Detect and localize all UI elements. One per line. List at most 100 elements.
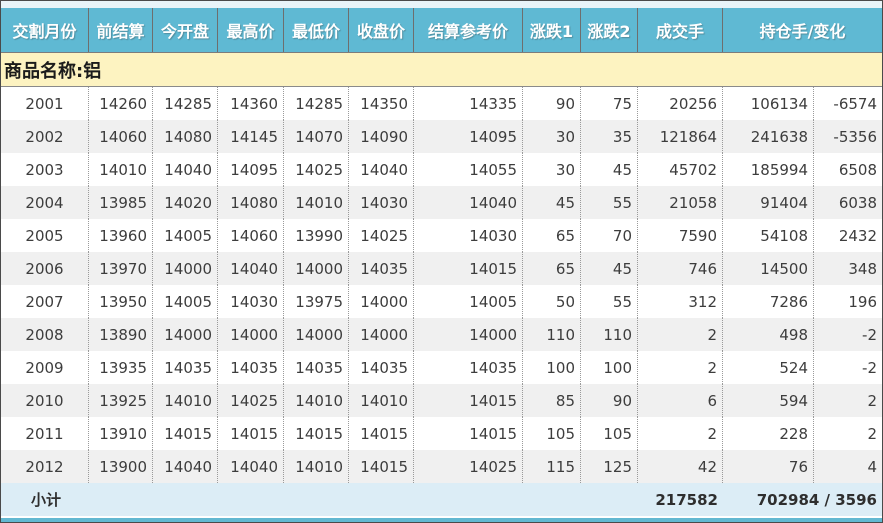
value-cell: 50 — [523, 285, 581, 318]
table-row: 2007139501400514030139751400014005505531… — [1, 285, 882, 318]
value-cell: 14060 — [218, 219, 284, 252]
value-cell: 30 — [523, 153, 581, 186]
delivery-month-cell: 2005 — [1, 219, 89, 252]
value-cell: 54108 — [723, 219, 814, 252]
value-cell: 110 — [523, 318, 581, 351]
value-cell: 14000 — [284, 252, 349, 285]
value-cell: -6574 — [814, 87, 882, 120]
value-cell: 14055 — [414, 153, 523, 186]
value-cell: 14040 — [414, 186, 523, 219]
value-cell: 13890 — [89, 318, 153, 351]
value-cell: 14360 — [218, 87, 284, 120]
value-cell: 13935 — [89, 351, 153, 384]
subtotal-volume: 217582 — [638, 483, 723, 516]
value-cell: 105 — [523, 417, 581, 450]
value-cell: 6508 — [814, 153, 882, 186]
value-cell: 14015 — [414, 384, 523, 417]
value-cell: 14035 — [349, 351, 414, 384]
value-cell: 14035 — [284, 351, 349, 384]
value-cell: 14015 — [349, 417, 414, 450]
value-cell: 13950 — [89, 285, 153, 318]
delivery-month-cell: 2012 — [1, 450, 89, 483]
value-cell: 14040 — [349, 153, 414, 186]
value-cell: 14000 — [349, 318, 414, 351]
value-cell: 21058 — [638, 186, 723, 219]
value-cell: 6038 — [814, 186, 882, 219]
value-cell: 14010 — [89, 153, 153, 186]
value-cell: 121864 — [638, 120, 723, 153]
value-cell: 35 — [581, 120, 638, 153]
table-row: 2009139351403514035140351403514035100100… — [1, 351, 882, 384]
value-cell: 7286 — [723, 285, 814, 318]
value-cell: 14015 — [153, 417, 218, 450]
value-cell: 14015 — [414, 417, 523, 450]
value-cell: 2 — [814, 384, 882, 417]
value-cell: 14025 — [284, 153, 349, 186]
value-cell: 100 — [523, 351, 581, 384]
product-name-row: 商品名称:铝 — [1, 53, 882, 87]
value-cell: 30 — [523, 120, 581, 153]
value-cell: 14285 — [284, 87, 349, 120]
table-body: 2001142601428514360142851435014335907520… — [1, 87, 882, 483]
table-row: 2011139101401514015140151401514015105105… — [1, 417, 882, 450]
column-header: 今开盘 — [153, 8, 218, 52]
value-cell: 125 — [581, 450, 638, 483]
value-cell: 312 — [638, 285, 723, 318]
product-name-label: 商品名称:铝 — [4, 57, 101, 83]
value-cell: 20256 — [638, 87, 723, 120]
delivery-month-cell: 2010 — [1, 384, 89, 417]
value-cell: 348 — [814, 252, 882, 285]
top-strip — [1, 1, 882, 8]
value-cell: 14010 — [349, 384, 414, 417]
delivery-month-cell: 2011 — [1, 417, 89, 450]
delivery-month-cell: 2009 — [1, 351, 89, 384]
value-cell: 13900 — [89, 450, 153, 483]
subtotal-open-interest-change: 702984 / 3596 — [723, 483, 882, 516]
value-cell: 14015 — [414, 252, 523, 285]
value-cell: 42 — [638, 450, 723, 483]
value-cell: 14020 — [153, 186, 218, 219]
value-cell: -5356 — [814, 120, 882, 153]
bottom-strip — [1, 518, 882, 522]
value-cell: 14015 — [218, 417, 284, 450]
value-cell: 115 — [523, 450, 581, 483]
value-cell: 90 — [581, 384, 638, 417]
value-cell: 14010 — [284, 384, 349, 417]
value-cell: 524 — [723, 351, 814, 384]
value-cell: 105 — [581, 417, 638, 450]
value-cell: 6 — [638, 384, 723, 417]
table-row: 2001142601428514360142851435014335907520… — [1, 87, 882, 120]
value-cell: 70 — [581, 219, 638, 252]
value-cell: 196 — [814, 285, 882, 318]
value-cell: 14040 — [218, 252, 284, 285]
value-cell: 14040 — [153, 153, 218, 186]
table-header-row: 交割月份前结算今开盘最高价最低价收盘价结算参考价涨跌1涨跌2成交手持仓手/变化 — [1, 8, 882, 53]
table-row: 2005139601400514060139901402514030657075… — [1, 219, 882, 252]
table-row: 2008138901400014000140001400014000110110… — [1, 318, 882, 351]
value-cell: 746 — [638, 252, 723, 285]
value-cell: 14010 — [153, 384, 218, 417]
column-header: 最低价 — [284, 8, 349, 52]
column-header: 交割月份 — [1, 8, 89, 52]
delivery-month-cell: 2003 — [1, 153, 89, 186]
value-cell: 55 — [581, 186, 638, 219]
value-cell: 14035 — [218, 351, 284, 384]
value-cell: 100 — [581, 351, 638, 384]
value-cell: 594 — [723, 384, 814, 417]
value-cell: 14010 — [284, 186, 349, 219]
value-cell: 14000 — [218, 318, 284, 351]
value-cell: 90 — [523, 87, 581, 120]
delivery-month-cell: 2008 — [1, 318, 89, 351]
value-cell: 14035 — [414, 351, 523, 384]
value-cell: 14145 — [218, 120, 284, 153]
value-cell: 110 — [581, 318, 638, 351]
value-cell: 2432 — [814, 219, 882, 252]
value-cell: 75 — [581, 87, 638, 120]
column-header: 最高价 — [218, 8, 284, 52]
value-cell: 14005 — [153, 285, 218, 318]
value-cell: 13985 — [89, 186, 153, 219]
table-row: 2002140601408014145140701409014095303512… — [1, 120, 882, 153]
value-cell: 45 — [523, 186, 581, 219]
value-cell: 14000 — [153, 318, 218, 351]
delivery-month-cell: 2007 — [1, 285, 89, 318]
